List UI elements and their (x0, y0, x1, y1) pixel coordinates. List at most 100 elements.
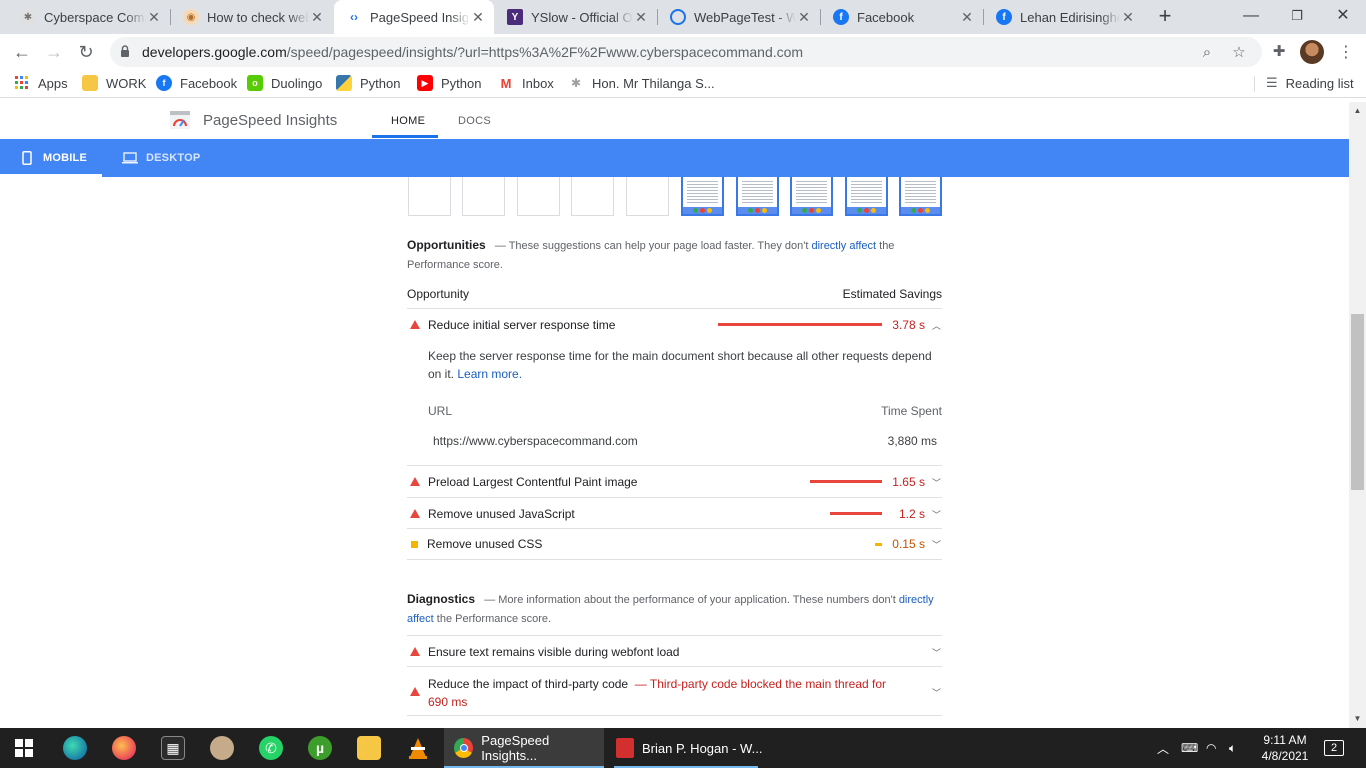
savings-value: 1.2 s (898, 507, 925, 521)
browser-tab[interactable]: ✱ Cyberspace Comm ✕ (8, 0, 170, 34)
scrollbar-thumb[interactable] (1351, 314, 1364, 490)
close-tab-icon[interactable]: ✕ (309, 9, 325, 26)
url-path: /speed/pagespeed/insights/?url=https%3A%… (286, 44, 804, 60)
filmstrip-frame (408, 177, 451, 216)
reading-list-button[interactable]: ☰ Reading list (1266, 75, 1354, 91)
browser-tab[interactable]: f Lehan Edirisinghe ✕ (984, 0, 1144, 34)
utorrent-icon[interactable]: µ (308, 736, 332, 760)
bookmark-apps[interactable]: Apps (14, 75, 68, 91)
directly-affect-link[interactable]: directly affect (811, 240, 876, 252)
system-clock[interactable]: 9:11 AM 4/8/2021 (1250, 732, 1320, 764)
frame-footer (847, 207, 886, 214)
chevron-down-icon[interactable]: ﹀ (932, 686, 941, 699)
bookmark-star-icon[interactable]: ☆ (1228, 42, 1250, 64)
opportunity-title: Reduce initial server response time (428, 318, 616, 332)
close-tab-icon[interactable]: ✕ (796, 9, 812, 26)
bookmark-facebook[interactable]: f Facebook (156, 75, 237, 91)
browser-tab-active[interactable]: ‹› PageSpeed Insigh ✕ (334, 0, 494, 34)
mobile-tab[interactable]: MOBILE (22, 139, 87, 177)
opportunity-row[interactable]: Remove unused CSS 0.15 s ﹀ (407, 528, 942, 560)
desktop-tab[interactable]: DESKTOP (122, 139, 200, 177)
opportunity-title: Remove unused CSS (427, 537, 543, 551)
new-tab-button[interactable]: + (1152, 4, 1178, 30)
browser-tab[interactable]: WebPageTest - We ✕ (658, 0, 820, 34)
fail-triangle-icon (410, 687, 420, 696)
opportunity-row[interactable]: Remove unused JavaScript 1.2 s ﹀ (407, 497, 942, 528)
profile-avatar[interactable] (1300, 40, 1324, 64)
frame-content (851, 179, 882, 205)
chevron-up-icon[interactable]: ︿ (932, 319, 941, 332)
home-tab-indicator (372, 135, 438, 138)
calculator-icon[interactable]: ▦ (161, 736, 185, 760)
opportunity-row[interactable]: Preload Largest Contentful Paint image 1… (407, 465, 942, 497)
browser-tab[interactable]: Y YSlow - Official Op ✕ (495, 0, 657, 34)
opportunities-description: — These suggestions can help your page l… (494, 240, 812, 252)
chevron-down-icon[interactable]: ﹀ (932, 508, 941, 521)
close-tab-icon[interactable]: ✕ (633, 9, 649, 26)
learn-more-link[interactable]: Learn more. (457, 367, 522, 381)
bookmark-duolingo[interactable]: o Duolingo (247, 75, 322, 91)
close-tab-icon[interactable]: ✕ (1120, 9, 1136, 26)
close-tab-icon[interactable]: ✕ (470, 9, 486, 26)
notification-center[interactable]: 2 (1324, 728, 1344, 768)
back-arrow-icon[interactable]: ← (8, 38, 36, 66)
vlc-icon[interactable] (406, 736, 430, 760)
folder-icon (82, 75, 98, 91)
network-icon[interactable]: ◠ (1206, 728, 1216, 768)
scroll-down-icon[interactable]: ▼ (1349, 714, 1366, 723)
close-tab-icon[interactable]: ✕ (146, 9, 162, 26)
firefox-icon[interactable] (112, 736, 136, 760)
bookmarks-bar: Apps WORK f Facebook o Duolingo Python ▶ Py… (0, 70, 1366, 98)
col-time-spent: Time Spent (881, 404, 942, 418)
frame-footer (683, 207, 722, 214)
address-bar[interactable]: developers.google.com/speed/pagespeed/in… (110, 37, 1262, 67)
taskbar-pdf-window[interactable]: Brian P. Hogan - W... (606, 728, 766, 768)
browser-tab[interactable]: ◉ How to check web ✕ (171, 0, 333, 34)
chevron-down-icon[interactable]: ﹀ (932, 538, 941, 551)
pdf-icon (616, 738, 634, 758)
taskbar-app-label: Brian P. Hogan - W... (642, 740, 763, 756)
zoom-search-icon[interactable]: ⌕ (1196, 42, 1218, 64)
bookmark-hon-mr-thilanga[interactable]: ✱ Hon. Mr Thilanga S... (568, 75, 715, 91)
diagnostic-row[interactable]: Ensure text remains visible during webfo… (407, 635, 942, 666)
paint-icon[interactable] (210, 736, 234, 760)
pagespeed-favicon-icon: ‹› (350, 10, 358, 24)
facebook-favicon-icon: f (833, 9, 849, 25)
restore-icon[interactable]: ❐ (1274, 0, 1320, 34)
input-method-icon[interactable]: ⌨ (1181, 728, 1198, 768)
browser-tab[interactable]: f Facebook ✕ (821, 0, 983, 34)
filmstrip-frame (462, 177, 505, 216)
volume-icon[interactable]: 🔈︎ (1229, 728, 1236, 768)
opportunity-row[interactable]: Reduce initial server response time 3.78… (407, 308, 942, 465)
show-hidden-icons[interactable]: ︿ (1157, 728, 1169, 768)
nav-home-tab[interactable]: HOME (391, 115, 425, 127)
nav-docs-tab[interactable]: DOCS (458, 115, 491, 127)
close-tab-icon[interactable]: ✕ (959, 9, 975, 26)
reading-list-icon: ☰ (1266, 75, 1278, 90)
psi-header: PageSpeed Insights HOME DOCS (0, 102, 1349, 139)
tab-title: PageSpeed Insigh (370, 9, 470, 25)
bookmark-python-youtube[interactable]: ▶ Python (417, 75, 481, 91)
average-square-icon (411, 541, 418, 548)
forward-arrow-icon[interactable]: → (40, 38, 68, 66)
windows-start-icon[interactable] (12, 736, 36, 760)
window-close-icon[interactable]: ✕ (1320, 0, 1366, 34)
filmstrip-frame (681, 177, 724, 216)
diagnostics-title: Diagnostics (407, 592, 476, 606)
taskbar-chrome-window[interactable]: PageSpeed Insights... (444, 728, 604, 768)
edge-icon[interactable] (63, 736, 87, 760)
minimize-icon[interactable]: — (1228, 0, 1274, 34)
file-explorer-icon[interactable] (357, 736, 381, 760)
diagnostic-row[interactable]: Reduce the impact of third-party code — … (407, 666, 942, 716)
chevron-down-icon[interactable]: ﹀ (932, 476, 941, 489)
reload-icon[interactable]: ↻ (72, 38, 100, 66)
bookmark-python[interactable]: Python (336, 75, 400, 91)
bookmark-work[interactable]: WORK (82, 75, 146, 91)
whatsapp-icon[interactable]: ✆ (259, 736, 283, 760)
extensions-puzzle-icon[interactable]: ✚ (1268, 41, 1290, 63)
scroll-up-icon[interactable]: ▲ (1349, 106, 1366, 115)
chrome-menu-icon[interactable]: ⋮ (1336, 42, 1356, 62)
resource-url[interactable]: https://www.cyberspacecommand.com (433, 434, 638, 448)
chevron-down-icon[interactable]: ﹀ (932, 646, 941, 659)
bookmark-inbox[interactable]: M Inbox (498, 75, 554, 91)
